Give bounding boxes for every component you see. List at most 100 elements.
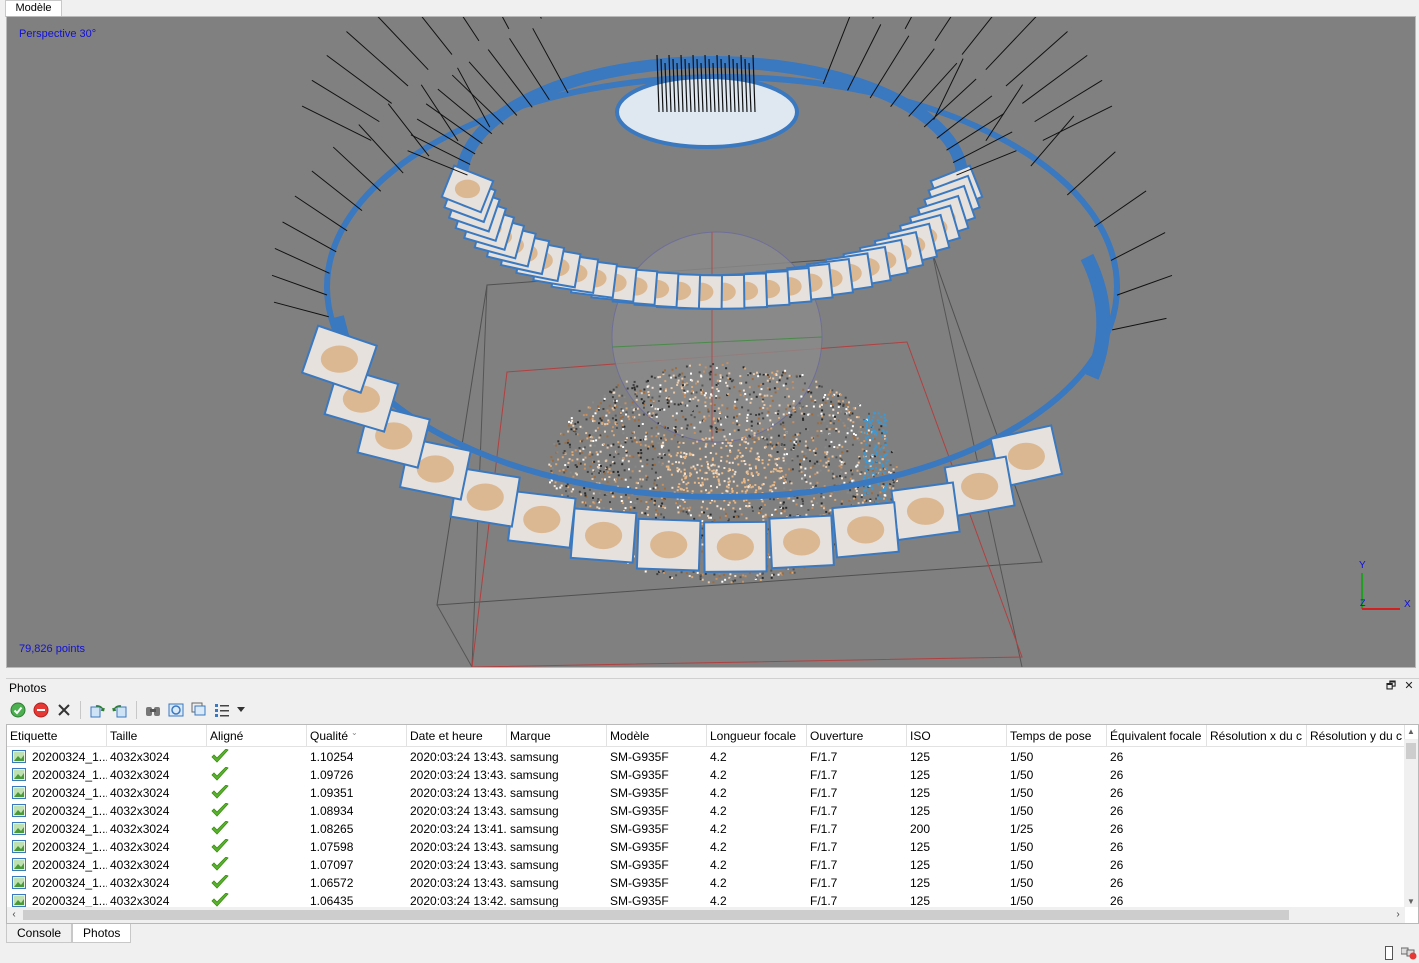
cell-aperture: F/1.7: [810, 750, 838, 764]
camera-direction-line: [271, 274, 328, 296]
table-row[interactable]: 20200324_1... 4032x3024 1.08934 2020:03:24 …: [7, 802, 1405, 820]
cell-date: 2020:03:24 13:43...: [410, 750, 507, 764]
aligned-cell: [207, 766, 307, 784]
photos-panel-title: Photos: [9, 681, 47, 695]
horizontal-scroll-thumb[interactable]: [23, 910, 1289, 920]
photo-thumbnail-icon: [12, 786, 26, 799]
column-header[interactable]: Modèle: [607, 725, 707, 747]
cell-size: 4032x3024: [110, 858, 170, 872]
cell-exposure: 1/50: [1010, 768, 1034, 782]
photos-table: Etiquette Taille Aligné Qualité ⌄ Date et heu…: [6, 724, 1419, 924]
column-header[interactable]: Résolution x du c: [1207, 725, 1307, 747]
cell-quality: 1.09726: [310, 768, 354, 782]
cell-size: 4032x3024: [110, 894, 170, 908]
photo-thumbnail-icon: [12, 840, 26, 853]
progress-indicator-icon: [1385, 946, 1393, 960]
details-view-icon[interactable]: [213, 701, 231, 719]
vertical-scrollbar[interactable]: ▲ ▼: [1404, 727, 1418, 909]
cell-focal: 4.2: [710, 822, 727, 836]
camera-direction-line: [421, 17, 453, 55]
cell-equiv: 26: [1110, 894, 1124, 908]
tab-console[interactable]: Console: [6, 924, 73, 943]
cell-iso: 125: [910, 750, 931, 764]
cell-equiv: 26: [1110, 804, 1124, 818]
enable-icon[interactable]: [9, 701, 27, 719]
aligned-cell: [207, 838, 307, 856]
table-row[interactable]: 20200324_1... 4032x3024 1.10254 2020:03:24 …: [7, 748, 1405, 766]
camera-photo-subject: [1007, 442, 1045, 470]
close-icon[interactable]: ✕: [1403, 680, 1415, 692]
photo-thumbnail-icon: [12, 876, 26, 889]
camera-direction-line: [934, 17, 952, 42]
scroll-right-icon[interactable]: ›: [1391, 907, 1405, 923]
camera-direction-line: [377, 17, 429, 71]
column-header[interactable]: Aligné: [207, 725, 307, 747]
table-row[interactable]: 20200324_1... 4032x3024 1.09351 2020:03:24 …: [7, 784, 1405, 802]
camera-photo-subject: [847, 516, 885, 544]
photo-thumbnail-icon: [12, 894, 26, 907]
cell-quality: 1.08934: [310, 804, 354, 818]
sort-indicator-icon: ⌄: [351, 728, 358, 737]
column-header[interactable]: Etiquette: [7, 725, 107, 747]
tab-photos[interactable]: Photos: [72, 924, 132, 943]
camera-photo-subject: [584, 521, 623, 550]
cell-focal: 4.2: [710, 840, 727, 854]
cell-label: 20200324_1...: [32, 858, 107, 872]
camera-direction-line: [1116, 274, 1173, 296]
cell-make: samsung: [510, 804, 559, 818]
column-header[interactable]: Ouverture: [807, 725, 907, 747]
camera-photo-subject: [906, 497, 945, 525]
column-header[interactable]: Longueur focale: [707, 725, 807, 747]
image-view-icon[interactable]: [190, 701, 208, 719]
column-header[interactable]: Résolution y du c: [1307, 725, 1405, 747]
column-header[interactable]: Marque: [507, 725, 607, 747]
column-header[interactable]: ISO: [907, 725, 1007, 747]
tab-model[interactable]: Modèle: [5, 0, 62, 17]
photo-thumbnail-icon: [12, 768, 26, 781]
column-header[interactable]: Qualité ⌄: [307, 725, 407, 747]
cell-equiv: 26: [1110, 858, 1124, 872]
scroll-down-icon[interactable]: ▼: [1404, 897, 1418, 909]
column-header[interactable]: Date et heure: [407, 725, 507, 747]
cell-equiv: 26: [1110, 786, 1124, 800]
cell-size: 4032x3024: [110, 840, 170, 854]
scroll-left-icon[interactable]: ‹: [7, 907, 21, 923]
camera-photo-subject: [783, 528, 821, 556]
table-row[interactable]: 20200324_1... 4032x3024 1.08265 2020:03:24 …: [7, 820, 1405, 838]
horizontal-scrollbar[interactable]: ‹ ›: [7, 907, 1405, 923]
remove-icon[interactable]: [55, 701, 73, 719]
camera-direction-line: [346, 31, 409, 87]
column-header[interactable]: Temps de pose: [1007, 725, 1107, 747]
camera-direction-line: [387, 103, 430, 157]
table-row[interactable]: 20200324_1... 4032x3024 1.06435 2020:03:24 …: [7, 892, 1405, 908]
column-header[interactable]: Équivalent focale: [1107, 725, 1207, 747]
cell-size: 4032x3024: [110, 822, 170, 836]
table-row[interactable]: 20200324_1... 4032x3024 1.06572 2020:03:24 …: [7, 874, 1405, 892]
vertical-scroll-thumb[interactable]: [1406, 743, 1416, 759]
cell-size: 4032x3024: [110, 768, 170, 782]
cell-label: 20200324_1...: [32, 894, 107, 908]
disable-icon[interactable]: [32, 701, 50, 719]
camera-direction-line: [451, 74, 504, 125]
table-row[interactable]: 20200324_1... 4032x3024 1.07598 2020:03:24 …: [7, 838, 1405, 856]
cell-equiv: 26: [1110, 750, 1124, 764]
cell-iso: 125: [910, 894, 931, 908]
scroll-up-icon[interactable]: ▲: [1404, 727, 1418, 739]
table-row[interactable]: 20200324_1... 4032x3024 1.09726 2020:03:24 …: [7, 766, 1405, 784]
3d-viewport[interactable]: Y X Z Perspective 30° 79,826 points: [6, 16, 1416, 668]
table-row[interactable]: 20200324_1... 4032x3024 1.07097 2020:03:24 …: [7, 856, 1405, 874]
rotate-right-icon[interactable]: [88, 701, 106, 719]
cell-make: samsung: [510, 786, 559, 800]
column-header[interactable]: Taille: [107, 725, 207, 747]
reset-filter-icon[interactable]: [167, 701, 185, 719]
rotate-left-icon[interactable]: [111, 701, 129, 719]
bottom-tabbar: Console Photos: [6, 924, 132, 944]
scene-canvas[interactable]: Y X Z: [7, 17, 1416, 668]
check-icon: [211, 857, 229, 871]
cell-equiv: 26: [1110, 840, 1124, 854]
photo-thumbnail-icon: [12, 804, 26, 817]
restore-icon[interactable]: 🗗: [1385, 680, 1397, 692]
chevron-down-icon[interactable]: [236, 701, 246, 719]
filter-icon[interactable]: [144, 701, 162, 719]
cell-equiv: 26: [1110, 876, 1124, 890]
